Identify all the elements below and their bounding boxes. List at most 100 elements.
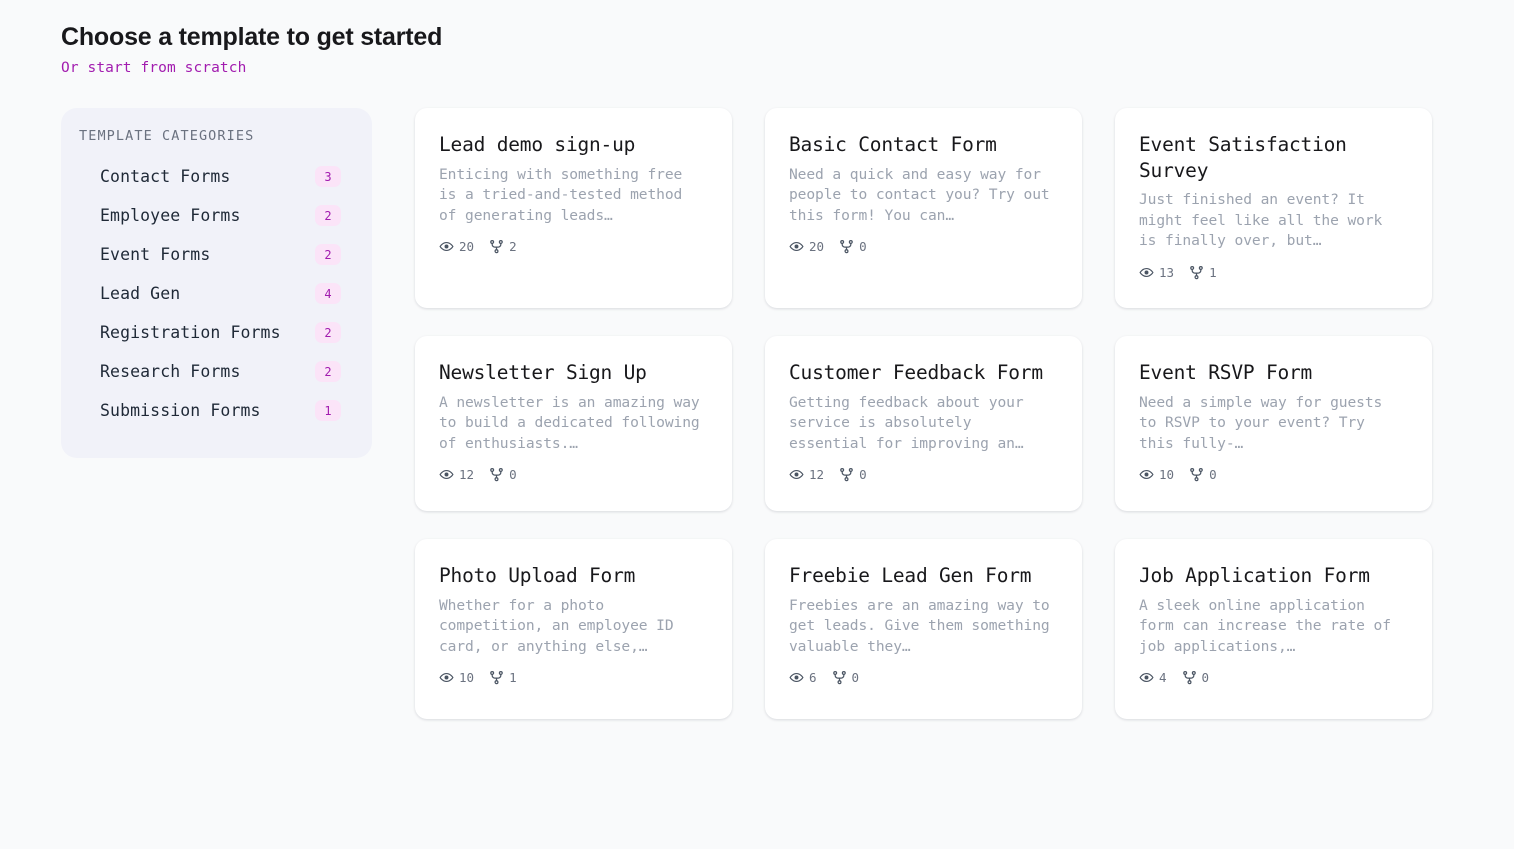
sidebar-item-label: Submission Forms	[100, 401, 261, 421]
sidebar-item-count-badge: 1	[315, 400, 341, 422]
views-count: 6	[809, 670, 817, 686]
template-card-title: Event Satisfaction Survey	[1139, 133, 1347, 182]
fork-icon	[489, 670, 504, 685]
views-stat: 10	[1139, 467, 1174, 482]
sidebar-item-count-badge: 3	[315, 166, 341, 188]
sidebar-item-count-badge: 2	[315, 361, 341, 383]
template-card-description: A sleek online application form can incr…	[1139, 596, 1391, 655]
template-grid: Lead demo sign-up Enticing with something…	[415, 108, 1514, 720]
template-card[interactable]: Job Application Form A sleek online appli…	[1115, 539, 1432, 720]
sidebar-item-label: Contact Forms	[100, 167, 231, 187]
page-header: Choose a template to get started Or star…	[0, 22, 1514, 77]
template-card-stats: 12 0	[789, 467, 1058, 482]
template-card-title: Basic Contact Form	[789, 133, 997, 157]
template-card-description: Freebies are an amazing way to get leads…	[789, 596, 1050, 655]
views-stat: 20	[789, 239, 824, 254]
forks-stat: 0	[1189, 467, 1217, 482]
sidebar-item-count-badge: 2	[315, 322, 341, 344]
eye-icon	[439, 467, 454, 482]
sidebar-item-submission-forms[interactable]: Submission Forms 1	[78, 391, 350, 430]
template-card-title: Freebie Lead Gen Form	[789, 564, 1032, 588]
template-card-title: Newsletter Sign Up	[439, 361, 647, 385]
template-card-description: Need a simple way for guests to RSVP to …	[1139, 393, 1383, 452]
template-card[interactable]: Event Satisfaction Survey Just finished a…	[1115, 108, 1432, 309]
fork-icon	[1182, 670, 1197, 685]
forks-count: 0	[509, 467, 517, 483]
views-stat: 6	[789, 670, 817, 685]
forks-stat: 0	[1182, 670, 1210, 686]
template-card-title: Event RSVP Form	[1139, 361, 1313, 385]
eye-icon	[439, 670, 454, 685]
forks-stat: 0	[489, 467, 517, 482]
page-title: Choose a template to get started	[61, 23, 443, 51]
template-card-stats: 13 1	[1139, 265, 1408, 280]
template-card-description: Need a quick and easy way for people to …	[789, 165, 1050, 224]
forks-count: 2	[509, 239, 517, 255]
sidebar-item-lead-gen[interactable]: Lead Gen 4	[78, 274, 350, 313]
eye-icon	[1139, 265, 1154, 280]
fork-icon	[832, 670, 847, 685]
template-card[interactable]: Event RSVP Form Need a simple way for gue…	[1115, 336, 1432, 512]
template-card[interactable]: Customer Feedback Form Getting feedback a…	[765, 336, 1082, 512]
template-card-description: Getting feedback about your service is a…	[789, 393, 1024, 452]
views-count: 4	[1159, 670, 1167, 686]
sidebar-item-count-badge: 2	[315, 244, 341, 266]
sidebar-heading: TEMPLATE CATEGORIES	[79, 128, 255, 145]
views-count: 20	[809, 239, 825, 255]
sidebar-item-registration-forms[interactable]: Registration Forms 2	[78, 313, 350, 352]
forks-stat: 0	[839, 467, 867, 482]
sidebar-item-count-badge: 4	[315, 283, 341, 305]
eye-icon	[789, 239, 804, 254]
template-card[interactable]: Photo Upload Form Whether for a photo com…	[415, 539, 732, 720]
fork-icon	[1189, 467, 1204, 482]
sidebar-item-research-forms[interactable]: Research Forms 2	[78, 352, 350, 391]
template-card-description: Just finished an event? It might feel li…	[1139, 190, 1383, 250]
template-card-description: Enticing with something free is a tried-…	[439, 165, 683, 224]
template-card-stats: 60	[789, 670, 1058, 685]
page-content: TEMPLATE CATEGORIES Contact Forms 3 Employ…	[0, 108, 1514, 720]
template-card-stats: 10 0	[1139, 467, 1408, 482]
fork-icon	[1189, 265, 1204, 280]
forks-count: 0	[1209, 467, 1217, 483]
template-categories-sidebar: TEMPLATE CATEGORIES Contact Forms 3 Employ…	[61, 108, 372, 459]
fork-icon	[839, 239, 854, 254]
start-from-scratch-link[interactable]: Or start from scratch	[61, 60, 246, 76]
views-count: 10	[459, 670, 475, 686]
eye-icon	[439, 239, 454, 254]
sidebar-item-contact-forms[interactable]: Contact Forms 3	[78, 157, 350, 196]
template-card-description: Whether for a photo competition, an empl…	[439, 596, 674, 655]
template-card[interactable]: Basic Contact Form Need a quick and easy …	[765, 108, 1082, 309]
forks-stat: 0	[832, 670, 859, 685]
views-stat: 12	[439, 467, 474, 482]
forks-count: 0	[1201, 670, 1210, 686]
template-card-stats: 20 0	[789, 239, 1058, 254]
sidebar-item-label: Research Forms	[100, 362, 241, 382]
category-list: Contact Forms 3 Employee Forms 2 Event Forms…	[78, 157, 350, 430]
views-stat: 10	[439, 670, 474, 685]
views-count: 12	[459, 467, 475, 483]
views-stat: 13	[1139, 265, 1174, 280]
sidebar-item-event-forms[interactable]: Event Forms 2	[78, 235, 350, 274]
views-stat: 4	[1139, 670, 1167, 685]
forks-stat: 2	[489, 239, 517, 254]
template-card-stats: 40	[1139, 670, 1408, 685]
eye-icon	[1139, 467, 1154, 482]
forks-count: 1	[1209, 264, 1217, 280]
sidebar-item-employee-forms[interactable]: Employee Forms 2	[78, 196, 350, 235]
template-card[interactable]: Freebie Lead Gen Form Freebies are an ama…	[765, 539, 1082, 720]
eye-icon	[1139, 670, 1154, 685]
sidebar-item-count-badge: 2	[315, 205, 341, 227]
fork-icon	[489, 239, 504, 254]
sidebar-item-label: Registration Forms	[100, 323, 281, 343]
views-count: 10	[1159, 467, 1175, 483]
eye-icon	[789, 467, 804, 482]
forks-stat: 1	[489, 670, 517, 685]
template-card-description: A newsletter is an amazing way to build …	[439, 393, 700, 452]
template-picker-page: Choose a template to get started Or star…	[0, 0, 1514, 849]
sidebar-item-label: Employee Forms	[100, 206, 241, 226]
template-card[interactable]: Lead demo sign-up Enticing with something…	[415, 108, 732, 309]
fork-icon	[839, 467, 854, 482]
template-card[interactable]: Newsletter Sign Up A newsletter is an ama…	[415, 336, 732, 512]
views-stat: 20	[439, 239, 474, 254]
template-card-title: Customer Feedback Form	[789, 361, 1043, 385]
